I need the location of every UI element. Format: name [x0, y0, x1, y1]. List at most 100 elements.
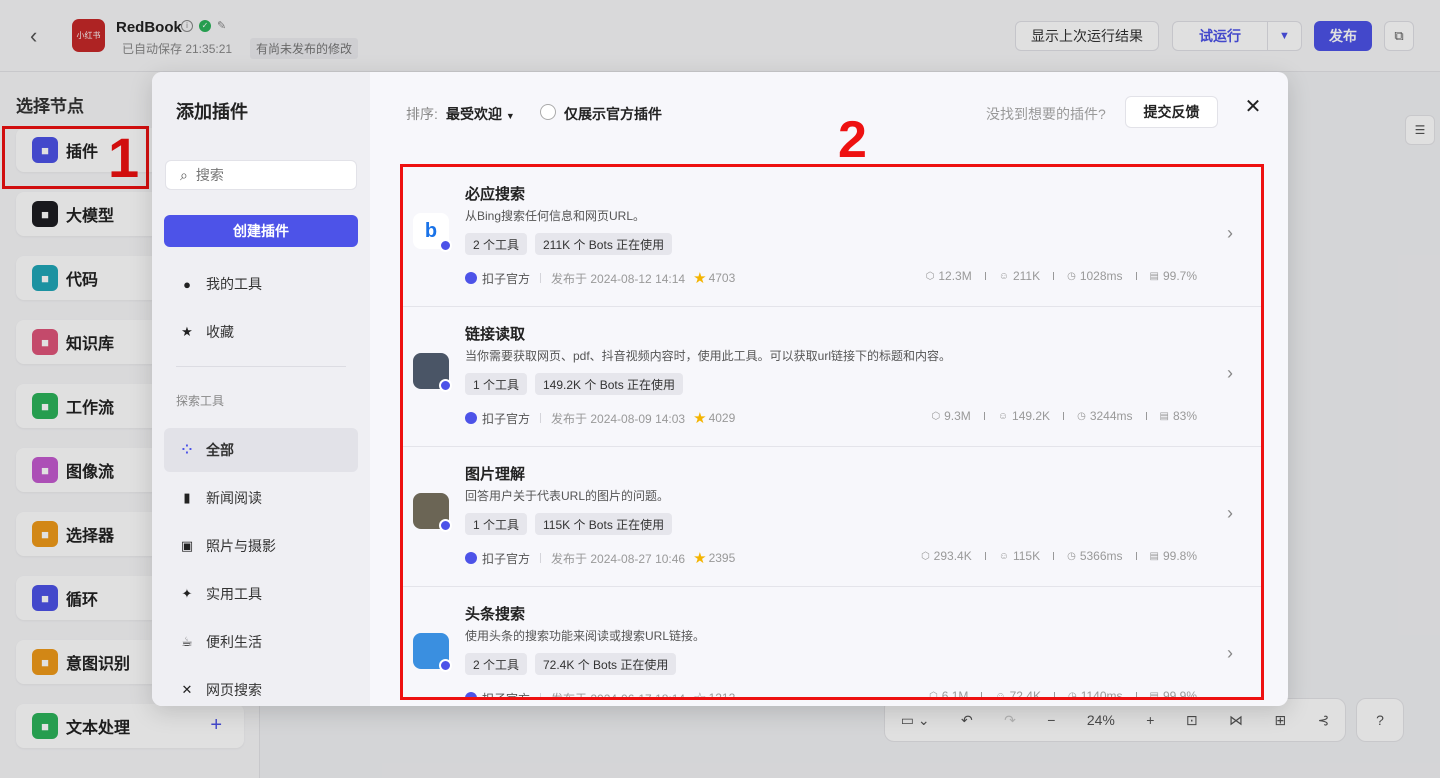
plugin-card[interactable]: 链接读取 当你需要获取网页、pdf、抖音视频内容时，使用此工具。可以获取url链… — [403, 307, 1261, 447]
tools-tag: 2 个工具 — [465, 653, 528, 675]
plugin-meta: 扣子官方 发布于 2024-08-27 10:46 ★ 2395 — [465, 549, 735, 567]
modal-title: 添加插件 — [176, 102, 248, 122]
plugin-logo — [413, 633, 452, 672]
chevron-right-icon[interactable]: › — [1227, 643, 1233, 664]
search-input[interactable] — [195, 167, 346, 183]
tools-tag: 1 个工具 — [465, 373, 528, 395]
success-rate-icon: ▤ — [1149, 690, 1159, 700]
annotation-number-2: 2 — [838, 111, 867, 169]
divider — [1135, 552, 1137, 560]
cube-icon: ⬡ — [928, 690, 938, 700]
divider — [983, 412, 985, 420]
official-badge-icon — [439, 519, 452, 532]
plugin-stats: ⬡ 9.3M ☺ 149.2K ◷ 3244ms ▤ 83% — [931, 409, 1197, 423]
category-news[interactable]: ▮ 新闻阅读 — [164, 476, 358, 520]
plugin-author: 扣子官方 — [482, 271, 531, 286]
chevron-right-icon[interactable]: › — [1227, 503, 1233, 524]
sort-dropdown[interactable]: 最受欢迎 ▼ — [446, 104, 515, 124]
calls-count: 293.4K — [933, 549, 972, 563]
bots-count: 72.4K — [1009, 689, 1041, 700]
success-rate-icon: ▤ — [1159, 410, 1169, 422]
plugin-card[interactable]: 头条搜索 使用头条的搜索功能来阅读或搜索URL链接。 2 个工具 72.4K 个… — [403, 587, 1261, 700]
star-icon[interactable]: ☆ — [693, 689, 706, 697]
plugin-logo — [413, 493, 452, 532]
category-web-search[interactable]: ✕ 网页搜索 — [164, 668, 358, 706]
network-icon: ✕ — [181, 682, 193, 697]
plugin-logo — [413, 353, 452, 392]
plugin-card[interactable]: b 必应搜索 从Bing搜索任何信息和网页URL。 2 个工具 211K 个 B… — [403, 167, 1261, 307]
calls-count: 9.3M — [944, 409, 971, 423]
bots-tag: 115K 个 Bots 正在使用 — [535, 513, 673, 535]
official-badge-icon — [439, 379, 452, 392]
category-photo[interactable]: ▣ 照片与摄影 — [164, 524, 358, 568]
bot-icon: ☺ — [997, 410, 1009, 422]
plugin-description: 使用头条的搜索功能来阅读或搜索URL链接。 — [465, 629, 706, 643]
plugin-stats: ⬡ 12.3M ☺ 211K ◷ 1028ms ▤ 99.7% — [926, 269, 1197, 283]
cube-icon: ⬡ — [925, 270, 935, 282]
plugin-meta: 扣子官方 发布于 2024-06-17 18:14 ☆ 1212 — [465, 689, 735, 700]
close-icon[interactable]: ✕ — [1242, 96, 1264, 118]
plugin-title: 链接读取 — [465, 326, 526, 343]
bot-icon: ☺ — [998, 550, 1009, 562]
divider — [540, 273, 542, 283]
bots-count: 115K — [1012, 549, 1041, 563]
category-label: 实用工具 — [206, 586, 262, 602]
tools-tag: 2 个工具 — [465, 233, 528, 255]
plugin-list: b 必应搜索 从Bing搜索任何信息和网页URL。 2 个工具 211K 个 B… — [400, 164, 1264, 700]
category-utility[interactable]: ✦ 实用工具 — [164, 572, 358, 616]
plugin-card[interactable]: 图片理解 回答用户关于代表URL的图片的问题。 1 个工具 115K 个 Bot… — [403, 447, 1261, 587]
grid-dots-icon: ⁘ — [181, 442, 193, 457]
chevron-right-icon[interactable]: › — [1227, 223, 1233, 244]
category-label: 新闻阅读 — [206, 490, 262, 506]
latency: 1140ms — [1080, 689, 1123, 700]
sort-value: 最受欢迎 — [446, 106, 502, 122]
search-icon: ⌕ — [180, 166, 188, 183]
official-only-label[interactable]: 仅展示官方插件 — [564, 104, 662, 124]
divider — [540, 413, 542, 423]
divider — [984, 272, 986, 280]
divider — [540, 553, 542, 563]
create-plugin-button[interactable]: 创建插件 — [164, 215, 358, 247]
feedback-button[interactable]: 提交反馈 — [1125, 96, 1218, 128]
author-avatar-icon — [465, 412, 477, 424]
bots-tag: 149.2K 个 Bots 正在使用 — [535, 373, 684, 395]
bot-icon: ☺ — [995, 690, 1006, 700]
publish-date: 发布于 2024-06-17 18:14 — [551, 691, 686, 700]
plugin-logo: b — [413, 213, 452, 252]
publish-date: 发布于 2024-08-09 14:03 — [551, 411, 686, 426]
plugin-author: 扣子官方 — [482, 551, 531, 566]
star-icon[interactable]: ★ — [693, 549, 706, 567]
clock-icon: ◷ — [1067, 550, 1076, 562]
plugin-title: 头条搜索 — [465, 606, 526, 623]
modal-main: 排序: 最受欢迎 ▼ 仅展示官方插件 没找到想要的插件? 提交反馈 ✕ 2 b … — [370, 72, 1288, 706]
wrench-icon: ✦ — [181, 586, 193, 601]
category-label: 便利生活 — [206, 634, 262, 650]
bots-tag: 211K 个 Bots 正在使用 — [535, 233, 673, 255]
star-icon[interactable]: ★ — [693, 269, 706, 287]
plugin-stats: ⬡ 6.1M ☺ 72.4K ◷ 1140ms ▤ 99.9% — [928, 689, 1197, 700]
sidebar-item-my-tools[interactable]: ● 我的工具 — [164, 262, 358, 306]
calls-count: 12.3M — [938, 269, 972, 283]
author-avatar-icon — [465, 552, 477, 564]
star-count: 4703 — [708, 271, 736, 285]
plugin-logo-letter: b — [424, 219, 438, 242]
divider — [1135, 692, 1137, 697]
plugin-description: 回答用户关于代表URL的图片的问题。 — [465, 489, 670, 503]
bots-count: 149.2K — [1012, 409, 1051, 423]
sidebar-item-favorites[interactable]: ★ 收藏 — [164, 310, 358, 354]
bots-count: 211K — [1012, 269, 1041, 283]
search-box[interactable]: ⌕ — [165, 160, 357, 190]
latency: 3244ms — [1089, 409, 1133, 423]
bot-icon: ☺ — [998, 270, 1009, 282]
plugin-meta: 扣子官方 发布于 2024-08-12 14:14 ★ 4703 — [465, 269, 735, 287]
category-life[interactable]: ☕ 便利生活 — [164, 620, 358, 664]
clock-icon: ◷ — [1067, 690, 1077, 700]
category-all[interactable]: ⁘ 全部 — [164, 428, 358, 472]
success-rate-icon: ▤ — [1149, 550, 1159, 562]
sort-label: 排序: — [406, 106, 438, 122]
user-icon: ● — [183, 276, 191, 292]
official-only-radio[interactable] — [540, 104, 556, 120]
star-icon[interactable]: ★ — [693, 409, 706, 427]
book-icon: ▮ — [183, 490, 191, 505]
chevron-right-icon[interactable]: › — [1227, 363, 1233, 384]
